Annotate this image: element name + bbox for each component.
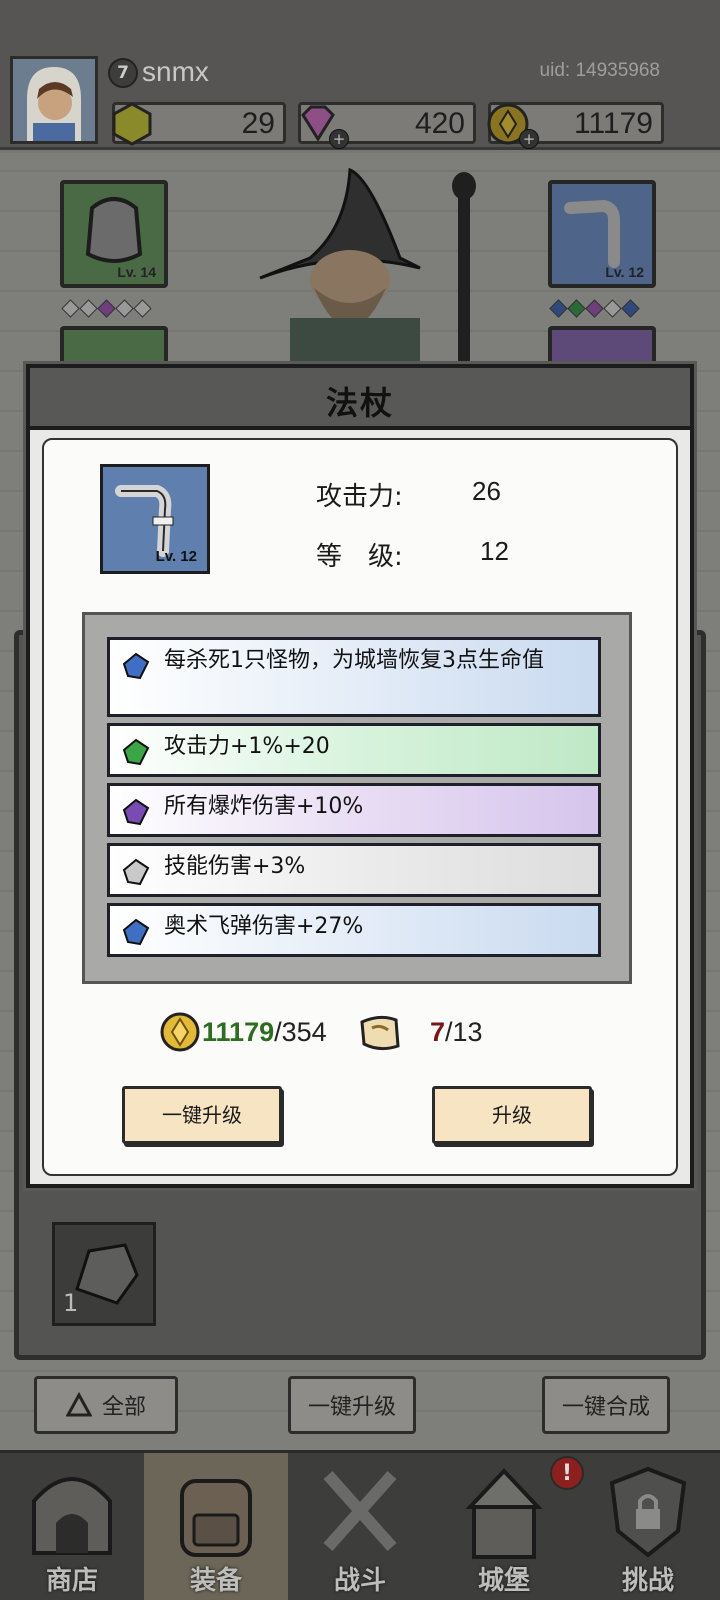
- upgrade-all-button[interactable]: 一键升级: [122, 1086, 282, 1144]
- attribute-row: 奥术飞弹伤害+27%: [107, 903, 601, 957]
- tab-shop-label: 商店: [45, 1566, 98, 1596]
- blue-gem-icon: [122, 918, 150, 946]
- tab-shop[interactable]: 商店: [0, 1453, 144, 1600]
- attribute-row: 所有爆炸伤害+10%: [107, 783, 601, 837]
- castle-notification-badge: !: [550, 1456, 584, 1490]
- scroll-cost: 7 /13: [356, 1010, 483, 1054]
- level-label: 等 级:: [316, 542, 403, 572]
- green-gem-icon: [122, 738, 150, 766]
- item-level: Lv. 12: [155, 548, 197, 565]
- gold-coin-icon: [160, 1012, 200, 1052]
- avatar-portrait-icon: [13, 59, 95, 141]
- bottom-nav: 商店 装备 战斗 城堡 挑战: [0, 1450, 720, 1600]
- attribute-text: 攻击力+1%+20: [164, 734, 330, 759]
- energy-counter: 29: [112, 102, 286, 146]
- attribute-row: 技能伤害+3%: [107, 843, 601, 897]
- level-value: 12: [480, 536, 509, 566]
- add-gold-button[interactable]: +: [519, 129, 539, 149]
- backpack-icon: [180, 1479, 252, 1557]
- tab-battle-label: 战斗: [333, 1566, 386, 1596]
- inventory-item-stone[interactable]: 1: [52, 1222, 156, 1326]
- modal-header: 法杖: [30, 368, 690, 430]
- slot-level: Lv. 14: [117, 264, 156, 280]
- slot-gem-row-right: [549, 299, 640, 318]
- attack-value: 26: [472, 476, 501, 506]
- scroll-have: 7: [430, 1016, 446, 1047]
- attribute-row: 攻击力+1%+20: [107, 723, 601, 777]
- top-bar: 7 snmx uid: 14935968 29 + 420 + 11179: [0, 0, 720, 150]
- attribute-text: 所有爆炸伤害+10%: [164, 794, 364, 819]
- slot-level: Lv. 12: [605, 264, 644, 280]
- tab-equipment[interactable]: 装备: [144, 1453, 288, 1600]
- filter-all-button[interactable]: 全部: [34, 1376, 178, 1434]
- scroll-icon: [360, 1015, 400, 1051]
- gold-need: /354: [274, 1016, 327, 1047]
- wizard-character-icon: [259, 168, 476, 368]
- gold-cost: 11179 /354: [158, 1010, 327, 1054]
- player-avatar[interactable]: [10, 56, 98, 144]
- upgrade-all-bg-label: 一键升级: [307, 1395, 396, 1420]
- inventory-item-count: 1: [63, 1289, 79, 1317]
- attribute-text: 每杀死1只怪物，为城墙恢复3点生命值: [164, 648, 544, 673]
- item-detail-modal: 法杖 Lv. 12 攻击力: 26 等 级: 12 每杀死1只怪物，为城墙恢复3…: [26, 364, 694, 1188]
- shield-lock-icon: [609, 1466, 687, 1558]
- player-uid: uid: 14935968: [539, 60, 660, 81]
- scroll-need: /13: [445, 1016, 483, 1047]
- tab-challenge[interactable]: 挑战: [576, 1453, 720, 1600]
- purple-gem-icon: [122, 798, 150, 826]
- attribute-text: 奥术飞弹伤害+27%: [164, 914, 364, 939]
- gold-value: 11179: [574, 107, 653, 140]
- slot-gem-row-left: [61, 299, 152, 318]
- attribute-text: 技能伤害+3%: [164, 854, 306, 879]
- hexagon-energy-icon: [112, 102, 152, 146]
- shop-icon: [32, 1477, 112, 1555]
- tab-challenge-label: 挑战: [621, 1566, 674, 1596]
- modal-body: Lv. 12 攻击力: 26 等 级: 12 每杀死1只怪物，为城墙恢复3点生命…: [42, 438, 678, 1176]
- attribute-list: 每杀死1只怪物，为城墙恢复3点生命值 攻击力+1%+20 所有爆炸伤害+10% …: [82, 612, 632, 984]
- energy-value: 29: [241, 107, 275, 140]
- merge-all-label: 一键合成: [561, 1395, 650, 1420]
- blue-gem-icon: [122, 652, 150, 680]
- merge-all-button[interactable]: 一键合成: [542, 1376, 670, 1434]
- player-name: snmx: [142, 56, 209, 87]
- white-gem-icon: [122, 858, 150, 886]
- add-gems-button[interactable]: +: [329, 129, 349, 149]
- tab-castle-label: 城堡: [477, 1566, 530, 1596]
- item-icon-staff: Lv. 12: [100, 464, 210, 574]
- attribute-row: 每杀死1只怪物，为城墙恢复3点生命值: [107, 637, 601, 717]
- gold-have: 11179: [202, 1016, 275, 1047]
- equipment-slot-staff[interactable]: Lv. 12: [548, 180, 656, 288]
- triangle-filter-icon: [65, 1392, 92, 1417]
- castle-icon: [465, 1468, 543, 1559]
- filter-all-label: 全部: [101, 1395, 146, 1420]
- gold-counter: + 11179: [487, 102, 664, 149]
- modal-title: 法杖: [325, 384, 394, 422]
- equipment-slot-armor[interactable]: Lv. 14: [60, 180, 168, 288]
- upgrade-button[interactable]: 升级: [432, 1086, 592, 1144]
- tab-battle[interactable]: 战斗: [288, 1453, 432, 1600]
- gem-value: 420: [414, 107, 465, 140]
- tab-equipment-label: 装备: [189, 1566, 242, 1596]
- crossed-swords-icon: [323, 1471, 397, 1551]
- attack-label: 攻击力:: [316, 482, 403, 512]
- player-level-badge: 7: [108, 58, 138, 88]
- upgrade-all-bg-button[interactable]: 一键升级: [288, 1376, 416, 1434]
- gem-counter: + 420: [298, 102, 476, 149]
